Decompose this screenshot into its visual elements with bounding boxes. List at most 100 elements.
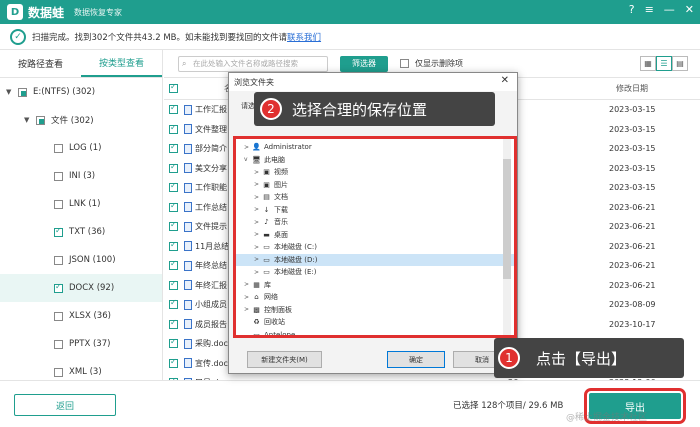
tree-item[interactable]: ▼ E:(NTFS) (302) <box>0 78 162 106</box>
row-checkbox[interactable] <box>169 337 178 349</box>
node-expand-icon[interactable]: > <box>244 281 252 288</box>
grid-view-icon[interactable]: ▦ <box>640 56 656 71</box>
row-checkbox[interactable] <box>169 298 178 310</box>
row-checkbox[interactable] <box>169 259 178 271</box>
folder-node[interactable]: ▭ Antelope <box>236 329 514 338</box>
tree-item-checkbox[interactable] <box>36 115 45 125</box>
node-expand-icon[interactable]: > <box>254 194 262 201</box>
node-expand-icon[interactable]: > <box>254 244 262 251</box>
folder-node[interactable]: > ▭ 本地磁盘 (E:) <box>236 266 514 279</box>
download-icon: ↓ <box>263 205 270 214</box>
folder-node[interactable]: > 👤 Administrator <box>236 141 514 154</box>
tree-item[interactable]: DOCX (92) <box>0 274 162 302</box>
dialog-close-icon[interactable]: ✕ <box>501 75 509 86</box>
folder-node[interactable]: > ▭ 本地磁盘 (D:) <box>236 253 514 266</box>
tree-item-checkbox[interactable] <box>54 199 63 209</box>
tree-item[interactable]: LOG (1) <box>0 134 162 162</box>
row-checkbox[interactable] <box>169 142 178 154</box>
folder-node[interactable]: > ▦ 库 <box>236 279 514 292</box>
tree-item[interactable]: XLSX (36) <box>0 302 162 330</box>
search-input[interactable]: ⌕ 在此处输入文件名称或路径搜索 <box>178 55 328 72</box>
tree-item-checkbox[interactable] <box>54 282 63 293</box>
node-expand-icon[interactable]: > <box>254 256 262 263</box>
node-expand-icon[interactable]: > <box>244 294 252 301</box>
node-expand-icon[interactable]: > <box>244 144 252 151</box>
tree-item-label: XLSX (36) <box>69 311 111 321</box>
node-expand-icon[interactable]: > <box>254 231 262 238</box>
folder-icon: ▭ <box>253 330 260 338</box>
tree-item-checkbox[interactable] <box>54 255 63 265</box>
back-button[interactable]: 返回 <box>14 394 116 416</box>
row-checkbox[interactable] <box>169 318 178 329</box>
folder-tree-scroll-thumb[interactable] <box>503 159 511 279</box>
row-checkbox[interactable] <box>169 162 178 173</box>
step1-callout: 1 点击【导出】 <box>494 338 684 378</box>
tree-item-checkbox[interactable] <box>54 367 63 377</box>
user-icon: 👤 <box>252 143 261 152</box>
row-checkbox[interactable] <box>169 201 178 212</box>
tree-item[interactable]: LNK (1) <box>0 190 162 218</box>
folder-tree[interactable]: > 👤 Administrator v 🖥 此电脑 > ▣ 视频 > ▣ 图片 > ▤ 文档 > ↓ 下载 > ♪ 音乐… <box>233 136 517 338</box>
menu-icon[interactable]: ≡ <box>645 3 654 16</box>
folder-node[interactable]: > ▣ 视频 <box>236 166 514 179</box>
tree-item[interactable]: ▼ 文件 (302) <box>0 106 162 134</box>
tab-by-path[interactable]: 按路径查看 <box>0 50 81 77</box>
tree-item[interactable]: PPTX (37) <box>0 330 162 358</box>
step2-badge: 2 <box>260 98 282 120</box>
row-checkbox[interactable] <box>169 103 178 115</box>
tree-item-label: PPTX (37) <box>69 339 111 349</box>
tree-item-checkbox[interactable] <box>54 311 63 321</box>
minimize-icon[interactable]: — <box>664 3 675 16</box>
folder-node[interactable]: > ▭ 本地磁盘 (C:) <box>236 241 514 254</box>
only-deleted-checkbox[interactable] <box>400 59 409 68</box>
ok-button[interactable]: 确定 <box>387 351 445 368</box>
tree-item-checkbox[interactable] <box>54 339 63 349</box>
select-all-checkbox[interactable] <box>169 82 178 93</box>
tab-by-type[interactable]: 按类型查看 <box>81 50 162 77</box>
row-checkbox[interactable] <box>169 220 178 232</box>
help-icon[interactable]: ? <box>629 3 635 16</box>
folder-node[interactable]: v 🖥 此电脑 <box>236 154 514 167</box>
step1-text: 点击【导出】 <box>536 349 627 368</box>
folder-node[interactable]: > ⌂ 网络 <box>236 291 514 304</box>
new-folder-button[interactable]: 新建文件夹(M) <box>247 351 322 368</box>
step2-callout: 2 选择合理的保存位置 <box>254 92 495 126</box>
tree-item-checkbox[interactable] <box>54 143 63 153</box>
close-icon[interactable]: ✕ <box>685 3 694 16</box>
node-expand-icon[interactable]: > <box>254 206 262 213</box>
folder-node[interactable]: > ▩ 控制面板 <box>236 304 514 317</box>
tree-item-checkbox[interactable] <box>18 87 27 97</box>
folder-node[interactable]: > ♪ 音乐 <box>236 216 514 229</box>
row-checkbox[interactable] <box>169 240 178 251</box>
folder-node-label: 网络 <box>264 293 278 302</box>
row-checkbox[interactable] <box>169 357 178 368</box>
tree-item-checkbox[interactable] <box>54 226 63 237</box>
row-checkbox[interactable] <box>169 181 178 193</box>
node-expand-icon[interactable]: > <box>254 169 262 176</box>
folder-node[interactable]: > ▬ 桌面 <box>236 229 514 242</box>
detail-view-icon[interactable]: ▤ <box>672 56 688 71</box>
expand-arrow-icon[interactable]: ▼ <box>24 116 34 124</box>
folder-node[interactable]: > ▤ 文档 <box>236 191 514 204</box>
folder-node[interactable]: > ↓ 下载 <box>236 204 514 217</box>
row-checkbox[interactable] <box>169 123 178 134</box>
node-expand-icon[interactable]: v <box>244 156 252 163</box>
tree-item[interactable]: INI (3) <box>0 162 162 190</box>
contact-us-link[interactable]: 联系我们 <box>287 33 321 43</box>
node-expand-icon[interactable]: > <box>254 219 262 226</box>
list-view-icon[interactable]: ☰ <box>656 56 672 71</box>
tree-item-label: TXT (36) <box>69 227 106 237</box>
node-expand-icon[interactable]: > <box>244 306 252 313</box>
filter-button[interactable]: 筛选器 <box>340 55 388 72</box>
tree-item-checkbox[interactable] <box>54 171 63 181</box>
column-date[interactable]: 修改日期 <box>616 83 648 94</box>
node-expand-icon[interactable]: > <box>254 181 262 188</box>
node-expand-icon[interactable]: > <box>254 269 262 276</box>
row-checkbox[interactable] <box>169 279 178 290</box>
only-deleted-toggle[interactable]: 仅显示删除项 <box>400 58 463 69</box>
tree-item[interactable]: JSON (100) <box>0 246 162 274</box>
expand-arrow-icon[interactable]: ▼ <box>6 88 16 96</box>
folder-node[interactable]: > ▣ 图片 <box>236 179 514 192</box>
tree-item[interactable]: TXT (36) <box>0 218 162 246</box>
folder-node[interactable]: ♻ 回收站 <box>236 316 514 329</box>
